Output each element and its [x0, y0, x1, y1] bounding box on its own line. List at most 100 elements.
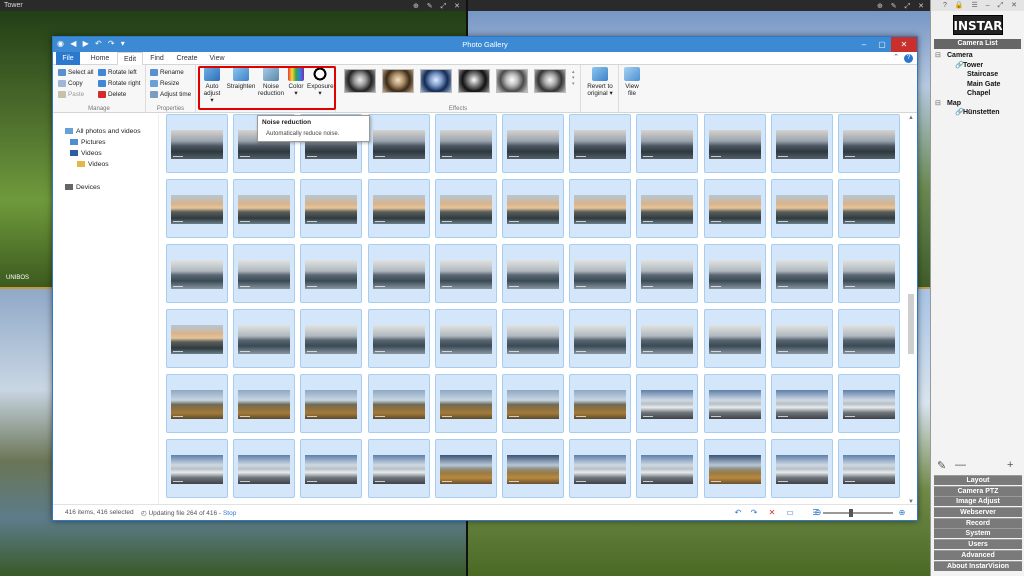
rotate-left-button[interactable]: Rotate left	[98, 69, 137, 76]
photo-thumbnail[interactable]	[636, 114, 699, 173]
photo-thumbnail[interactable]	[434, 114, 497, 173]
nav-videos-folder[interactable]: Videos	[77, 161, 109, 168]
copy-button[interactable]: Copy	[58, 80, 83, 87]
photo-thumbnail[interactable]	[569, 244, 632, 303]
photo-thumbnail[interactable]	[636, 309, 699, 368]
photo-thumbnail[interactable]	[703, 114, 766, 173]
photo-thumbnail[interactable]	[636, 244, 699, 303]
photo-thumbnail[interactable]	[838, 374, 900, 433]
photo-thumbnail[interactable]	[233, 179, 296, 238]
scroll-thumb[interactable]	[908, 294, 914, 354]
photo-thumbnail[interactable]	[233, 374, 296, 433]
photo-thumbnail[interactable]	[770, 114, 833, 173]
nav-pictures[interactable]: Pictures	[70, 139, 106, 146]
vertical-scrollbar[interactable]: ▲ ▼	[907, 114, 915, 506]
rotate-right-button[interactable]: Rotate right	[98, 80, 141, 87]
photo-thumbnail[interactable]	[300, 309, 363, 368]
tree-camera-tower[interactable]: 🔗Tower	[935, 61, 1020, 71]
photo-thumbnail[interactable]	[233, 309, 296, 368]
effect-grayscale[interactable]	[534, 69, 566, 93]
zoom-knob[interactable]	[849, 509, 854, 517]
tab-view[interactable]: View	[205, 52, 229, 65]
photo-thumbnail[interactable]	[166, 309, 228, 368]
nav-all-photos[interactable]: All photos and videos	[65, 128, 141, 135]
photo-thumbnail[interactable]	[434, 179, 497, 238]
photo-thumbnail[interactable]	[502, 309, 564, 368]
maximize-button[interactable]: ▢	[873, 37, 891, 52]
remove-icon[interactable]: —	[955, 459, 966, 471]
photo-thumbnail[interactable]	[434, 439, 497, 498]
effect-light[interactable]	[496, 69, 528, 93]
side-button-about-instarvision[interactable]: About InstarVision	[934, 560, 1022, 571]
camera-title-icons[interactable]: ⊕ ✎ ⤢ ✕	[413, 1, 463, 12]
photo-thumbnail[interactable]	[166, 244, 228, 303]
photo-thumbnail[interactable]	[367, 244, 430, 303]
side-panel-window-icons[interactable]: ? 🔒 ☰ – ⤢ ✕	[931, 0, 1024, 11]
photo-thumbnail[interactable]	[300, 244, 363, 303]
photo-thumbnail[interactable]	[703, 179, 766, 238]
photo-thumbnail[interactable]	[367, 439, 430, 498]
photo-thumbnail[interactable]	[636, 439, 699, 498]
collapse-ribbon-icon[interactable]: ⌃	[893, 53, 899, 61]
zoom-out-icon[interactable]: ⊖	[813, 508, 823, 518]
photo-thumbnail[interactable]	[502, 244, 564, 303]
resize-button[interactable]: Resize	[150, 80, 179, 87]
view-file-button[interactable]: View file	[621, 67, 643, 97]
side-button-layout[interactable]: Layout	[934, 475, 1022, 485]
delete-button[interactable]: Delete	[98, 91, 126, 98]
effect-high-contrast[interactable]	[458, 69, 490, 93]
photo-thumbnail[interactable]	[703, 439, 766, 498]
photo-thumbnail[interactable]	[367, 309, 430, 368]
edit-icon[interactable]: ✎	[937, 459, 946, 472]
effects-scroll-icon[interactable]: ▴ ▾ ▾	[572, 69, 575, 87]
photo-thumbnail[interactable]	[770, 439, 833, 498]
tab-find[interactable]: Find	[145, 52, 169, 65]
photo-thumbnail[interactable]	[636, 179, 699, 238]
photo-thumbnail[interactable]	[166, 114, 228, 173]
photo-thumbnail[interactable]	[434, 309, 497, 368]
photo-thumbnail[interactable]	[770, 244, 833, 303]
rotate-right-icon[interactable]: ↷	[749, 508, 759, 518]
rotate-left-icon[interactable]: ↶	[733, 508, 743, 518]
photo-thumbnail[interactable]	[434, 244, 497, 303]
rename-button[interactable]: Rename	[150, 69, 184, 76]
tree-camera-staircase[interactable]: Staircase	[935, 70, 1020, 80]
photo-thumbnail[interactable]	[300, 179, 363, 238]
effect-sepia[interactable]	[382, 69, 414, 93]
delete-icon[interactable]: ✕	[767, 508, 777, 518]
minimize-button[interactable]: –	[855, 37, 873, 52]
photo-thumbnail[interactable]	[166, 179, 228, 238]
photo-thumbnail[interactable]	[770, 374, 833, 433]
photo-thumbnail[interactable]	[300, 374, 363, 433]
photo-thumbnail[interactable]	[502, 179, 564, 238]
tree-map-huenstetten[interactable]: 🔗Hünstetten	[935, 108, 1020, 118]
photo-thumbnail[interactable]	[166, 439, 228, 498]
camera-title-icons[interactable]: ⊕ ✎ ⤢ ✕	[877, 1, 927, 12]
photo-thumbnail[interactable]	[770, 179, 833, 238]
photo-thumbnail[interactable]	[569, 439, 632, 498]
photo-thumbnail[interactable]	[434, 374, 497, 433]
slideshow-icon[interactable]: ▭	[785, 508, 795, 518]
add-icon[interactable]: +	[1007, 459, 1013, 471]
photo-thumbnail[interactable]	[838, 439, 900, 498]
photo-thumbnail[interactable]	[300, 439, 363, 498]
side-button-record[interactable]: Record	[934, 517, 1022, 528]
tree-camera-chapel[interactable]: Chapel	[935, 89, 1020, 99]
photo-thumbnail[interactable]	[233, 244, 296, 303]
photo-thumbnail[interactable]	[703, 374, 766, 433]
adjust-time-button[interactable]: Adjust time	[150, 91, 191, 98]
photo-thumbnail[interactable]	[703, 309, 766, 368]
photo-thumbnail[interactable]	[569, 114, 632, 173]
tree-group-map[interactable]: Map	[935, 99, 1020, 109]
close-button[interactable]: ✕	[891, 37, 917, 52]
photo-thumbnail[interactable]	[367, 374, 430, 433]
title-bar[interactable]: ◉ ◀ ▶ ↶ ↷ ▾ Photo Gallery – ▢ ✕	[53, 37, 917, 52]
tab-file[interactable]: File	[56, 52, 80, 65]
photo-thumbnail[interactable]	[569, 179, 632, 238]
photo-thumbnail[interactable]	[770, 309, 833, 368]
tree-group-camera[interactable]: Camera	[935, 51, 1020, 61]
tab-home[interactable]: Home	[85, 52, 115, 65]
photo-thumbnail[interactable]	[703, 244, 766, 303]
nav-devices[interactable]: Devices	[65, 184, 100, 191]
nav-videos[interactable]: Videos	[70, 150, 102, 157]
